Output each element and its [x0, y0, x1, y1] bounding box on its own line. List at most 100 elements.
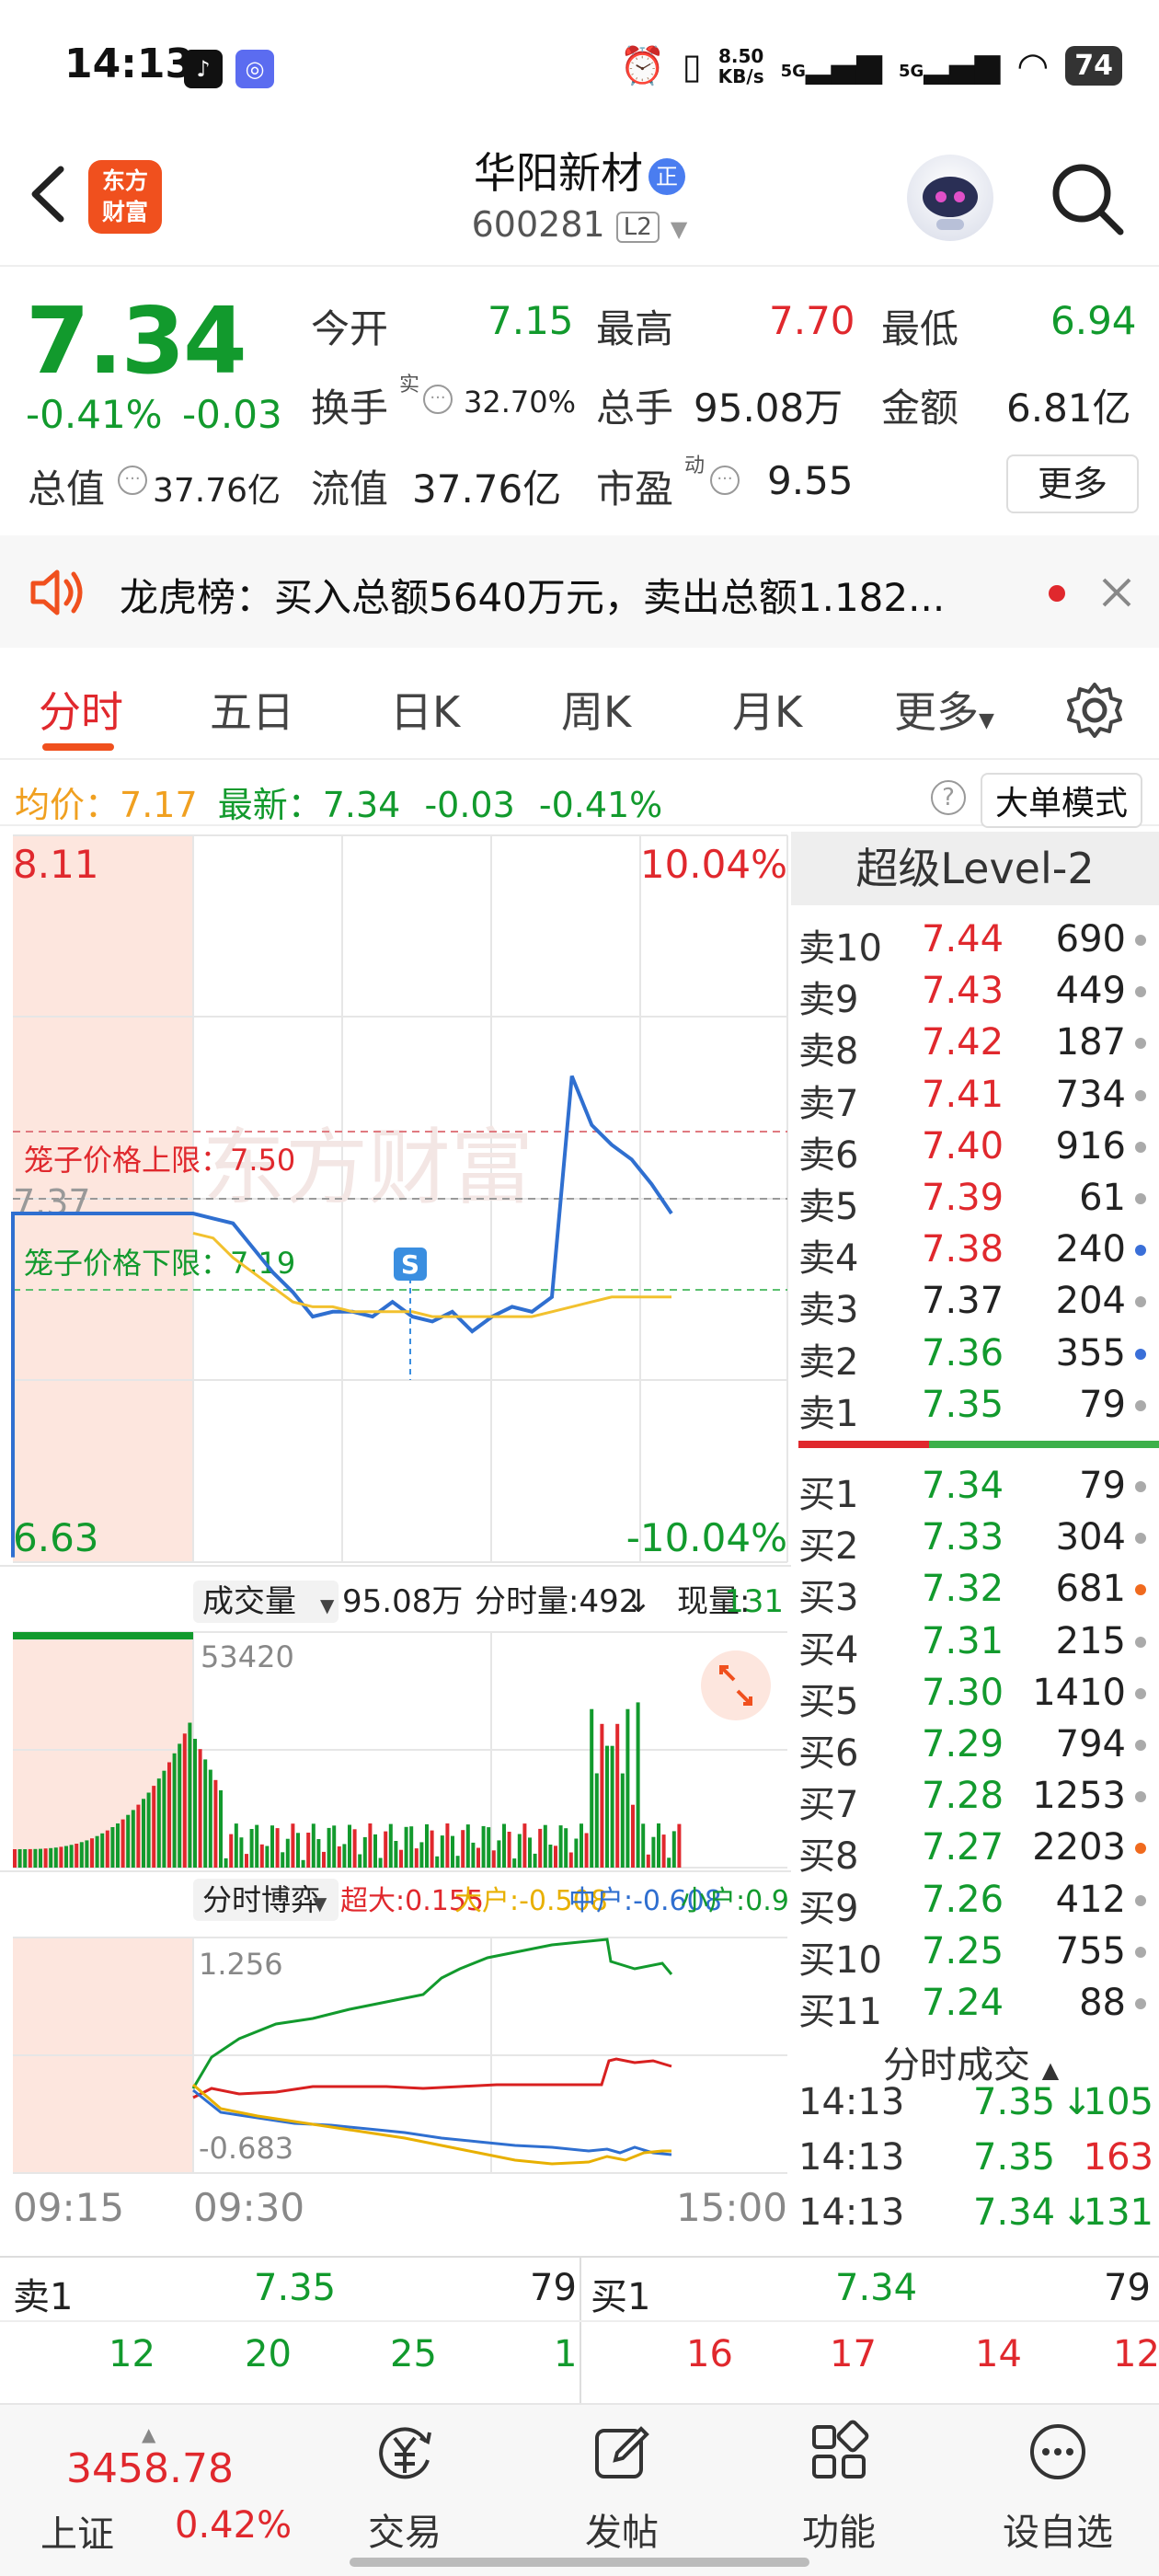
- strip-bid-price: 7.34: [835, 2267, 918, 2309]
- info-line: 均价：7.17 最新：7.34 -0.03 -0.41% ? 大单模式: [0, 771, 1159, 828]
- level-label: 买6: [798, 1732, 859, 1775]
- home-indicator[interactable]: [350, 2558, 809, 2567]
- volume-bar: [311, 1823, 316, 1868]
- level-indicator-dot: [1135, 1636, 1146, 1648]
- volume-bar: [358, 1854, 362, 1868]
- volume-bar: [661, 1834, 666, 1868]
- strip-ask-price: 7.35: [254, 2267, 337, 2309]
- volume-bar: [291, 1823, 295, 1868]
- stock-code: 600281: [471, 204, 605, 245]
- info-icon[interactable]: ···: [118, 466, 147, 495]
- level-price: 7.33: [922, 1516, 1004, 1559]
- chart-tabs: 分时 五日 日K 周K 月K 更多▼: [0, 659, 1159, 760]
- ask-row[interactable]: 卖5 7.39 61: [798, 1173, 1159, 1228]
- tab-more[interactable]: 更多▼: [894, 679, 994, 740]
- bid-row[interactable]: 买4 7.31 215: [798, 1616, 1159, 1672]
- tab-intraday[interactable]: 分时: [39, 679, 123, 740]
- ask-row[interactable]: 卖4 7.38 240: [798, 1225, 1159, 1280]
- volume-bar: [404, 1826, 408, 1868]
- robot-assistant-icon[interactable]: [907, 155, 993, 241]
- bid-row[interactable]: 买11 7.24 88: [798, 1978, 1159, 2033]
- volume-bar: [337, 1846, 341, 1868]
- nav-trade[interactable]: 交易: [331, 2420, 478, 2556]
- bid-row[interactable]: 买1 7.34 79: [798, 1461, 1159, 1516]
- tab-daily-k[interactable]: 日K: [390, 679, 460, 740]
- volume-bar: [213, 1779, 218, 1868]
- tab-five-day[interactable]: 五日: [210, 679, 294, 740]
- turnover-label: 换手: [311, 385, 389, 431]
- level-volume: 2203: [1032, 1826, 1126, 1869]
- level-volume: 304: [1055, 1516, 1126, 1559]
- ask-row[interactable]: 卖7 7.41 734: [798, 1070, 1159, 1125]
- ask-row[interactable]: 卖10 7.44 690: [798, 914, 1159, 970]
- name-badge: 正: [648, 157, 685, 195]
- bid-row[interactable]: 买9 7.26 412: [798, 1875, 1159, 1930]
- more-button[interactable]: 更多: [1006, 454, 1139, 513]
- index-ticker[interactable]: ▲ 3458.78 上证 0.42%: [18, 2423, 322, 2561]
- bid-row[interactable]: 买8 7.27 2203: [798, 1823, 1159, 1878]
- volume-bar: [75, 1844, 79, 1868]
- flow-max-label: 1.256: [199, 1947, 283, 1982]
- volume-bar: [543, 1824, 547, 1868]
- help-icon[interactable]: ?: [931, 780, 966, 815]
- big-order-mode-button[interactable]: 大单模式: [981, 773, 1143, 828]
- ask-row[interactable]: 卖2 7.36 355: [798, 1328, 1159, 1384]
- volume-bar: [270, 1825, 274, 1868]
- ask-row[interactable]: 卖8 7.42 187: [798, 1018, 1159, 1073]
- volume-bar: [53, 1847, 58, 1868]
- info-icon[interactable]: ···: [423, 385, 453, 414]
- level-price: 7.36: [922, 1331, 1004, 1374]
- latest-label: 最新：: [217, 785, 323, 825]
- strip-ask-label: 卖1: [13, 2276, 74, 2318]
- trade-row[interactable]: 14:13 7.34 ↓ 131: [798, 2191, 1159, 2247]
- ask-row[interactable]: 卖1 7.35 79: [798, 1380, 1159, 1435]
- trade-row[interactable]: 14:13 7.35 ↓ 105: [798, 2081, 1159, 2136]
- level-price: 7.44: [922, 918, 1004, 960]
- close-icon[interactable]: [1100, 576, 1133, 609]
- bid-row[interactable]: 买2 7.33 304: [798, 1512, 1159, 1568]
- volume-bar: [636, 1702, 640, 1868]
- bid-row[interactable]: 买6 7.29 794: [798, 1719, 1159, 1775]
- search-icon[interactable]: [1045, 156, 1128, 239]
- expand-icon[interactable]: [701, 1650, 771, 1720]
- level-price: 7.42: [922, 1021, 1004, 1064]
- level-indicator-dot: [1135, 1399, 1146, 1411]
- ask-row[interactable]: 卖9 7.43 449: [798, 966, 1159, 1021]
- bid-row[interactable]: 买7 7.28 1253: [798, 1771, 1159, 1826]
- level-price: 7.37: [922, 1280, 1004, 1323]
- info-icon[interactable]: ···: [710, 466, 740, 495]
- volume-bar: [136, 1804, 141, 1868]
- ask-row[interactable]: 卖6 7.40 916: [798, 1121, 1159, 1177]
- level-volume: 449: [1055, 970, 1126, 1013]
- level-label: 买9: [798, 1887, 859, 1930]
- nav-functions[interactable]: 功能: [765, 2420, 912, 2556]
- intraday-chart[interactable]: 东方财富 笼子价格上限：7.50 笼子价格下限：7.19 7.37 8.11 6…: [0, 828, 791, 2245]
- volume-bar: [59, 1846, 63, 1868]
- level2-title[interactable]: 超级Level-2: [791, 832, 1159, 905]
- ask-row[interactable]: 卖3 7.37 204: [798, 1276, 1159, 1331]
- volume-bar: [193, 1739, 197, 1868]
- unread-dot: [1049, 585, 1065, 602]
- volume-period[interactable]: 分时量:492: [475, 1583, 638, 1620]
- nav-add-watchlist[interactable]: 设自选: [984, 2420, 1131, 2556]
- volume-bar: [394, 1841, 398, 1868]
- volume-bar: [23, 1849, 28, 1868]
- index-value: 3458.78: [66, 2445, 234, 2492]
- tab-monthly-k[interactable]: 月K: [732, 679, 802, 740]
- trade-row[interactable]: 14:13 7.35 163: [798, 2136, 1159, 2191]
- open-label: 今开: [311, 306, 389, 351]
- nav-post-label: 发帖: [585, 2512, 659, 2554]
- bid-row[interactable]: 买10 7.25 755: [798, 1926, 1159, 1982]
- volume-bar: [245, 1854, 248, 1868]
- volume-bar: [316, 1839, 321, 1868]
- tab-weekly-k[interactable]: 周K: [561, 679, 631, 740]
- nav-post[interactable]: 发帖: [548, 2420, 695, 2556]
- bid-row[interactable]: 买3 7.32 681: [798, 1564, 1159, 1619]
- volume-bar: [445, 1823, 450, 1868]
- notice-bar[interactable]: 龙虎榜：买入总额5640万元，卖出总额1.182...: [0, 535, 1159, 648]
- bid-row[interactable]: 买5 7.30 1410: [798, 1668, 1159, 1723]
- level-label: 卖1: [798, 1392, 859, 1435]
- quote-panel: 7.34 -0.41% -0.03 今开 7.15 最高 7.70 最低 6.9…: [0, 269, 1159, 535]
- settings-gear-icon[interactable]: [1063, 679, 1126, 742]
- volume-bar: [580, 1823, 583, 1868]
